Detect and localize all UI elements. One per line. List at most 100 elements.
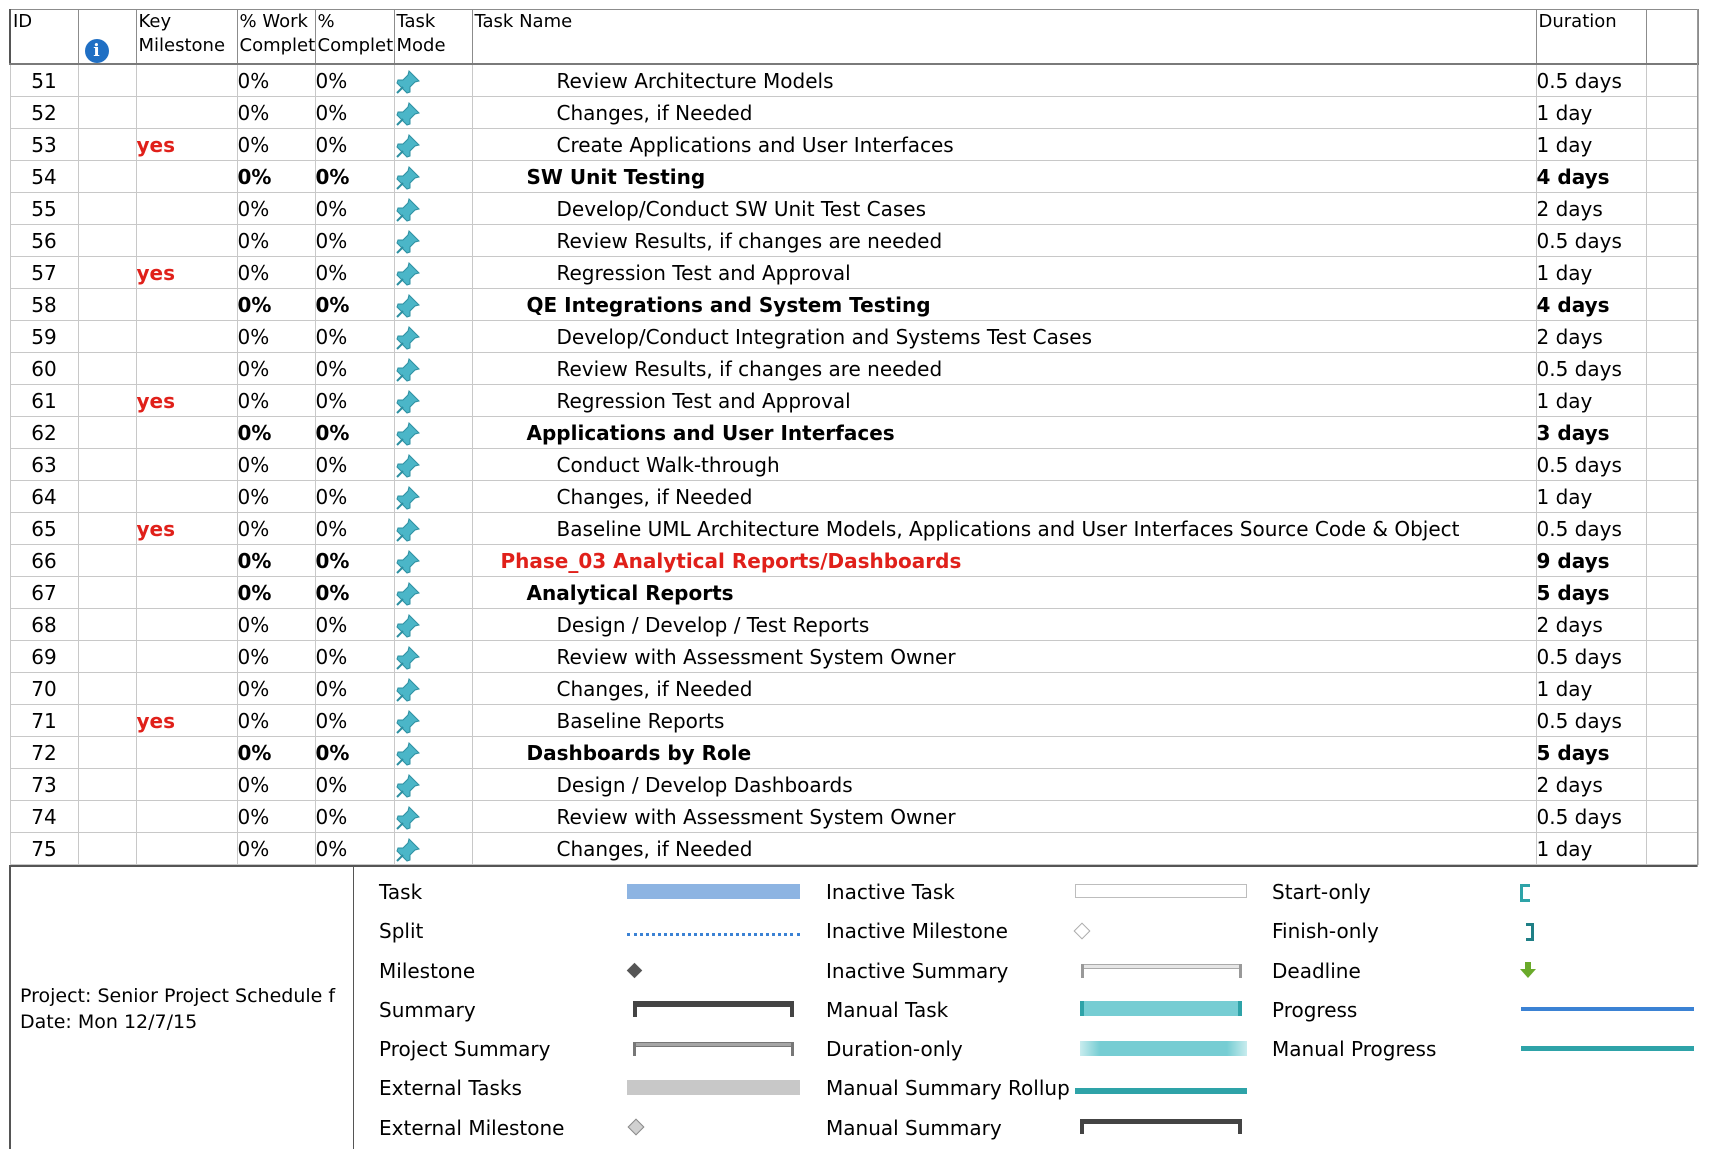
task-mode[interactable] (393, 63, 473, 97)
task-row[interactable]: 64 0% 0% Changes, if Needed 1 day (9, 480, 1699, 513)
task-id[interactable]: 54 (9, 160, 79, 193)
task-name[interactable]: Regression Test and Approval (471, 256, 1537, 289)
task-mode[interactable] (393, 832, 473, 865)
task-pct-work-complete[interactable]: 0% (236, 192, 316, 225)
task-id[interactable]: 58 (9, 288, 79, 321)
task-duration[interactable]: 4 days (1535, 160, 1647, 193)
task-pct-work-complete[interactable]: 0% (236, 512, 316, 545)
task-mode[interactable] (393, 672, 473, 705)
task-key-milestone[interactable] (135, 768, 238, 801)
task-id[interactable]: 66 (9, 544, 79, 577)
task-key-milestone[interactable] (135, 672, 238, 705)
task-pct-work-complete[interactable]: 0% (236, 416, 316, 449)
task-pct-complete[interactable]: 0% (314, 832, 395, 865)
task-key-milestone[interactable] (135, 448, 238, 481)
task-duration[interactable]: 0.5 days (1535, 448, 1647, 481)
col-header-task-mode[interactable]: Task Mode (393, 9, 473, 65)
task-name[interactable]: Review Results, if changes are needed (471, 352, 1537, 385)
task-key-milestone[interactable]: yes (135, 256, 238, 289)
task-name[interactable]: Changes, if Needed (471, 832, 1537, 865)
task-id[interactable]: 57 (9, 256, 79, 289)
task-row[interactable]: 66 0% 0% Phase_03 Analytical Reports/Dashbo… (9, 544, 1699, 577)
task-duration[interactable]: 0.5 days (1535, 800, 1647, 833)
task-duration[interactable]: 0.5 days (1535, 224, 1647, 257)
task-row[interactable]: 59 0% 0% Develop/Conduct Integration and Sy… (9, 320, 1699, 353)
task-mode[interactable] (393, 704, 473, 737)
task-key-milestone[interactable] (135, 608, 238, 641)
task-key-milestone[interactable] (135, 832, 238, 865)
task-key-milestone[interactable]: yes (135, 704, 238, 737)
task-id[interactable]: 74 (9, 800, 79, 833)
task-row[interactable]: 73 0% 0% Design / Develop Dashboards 2 days (9, 768, 1699, 801)
task-mode[interactable] (393, 192, 473, 225)
task-pct-complete[interactable]: 0% (314, 128, 395, 161)
task-pct-work-complete[interactable]: 0% (236, 640, 316, 673)
task-mode[interactable] (393, 512, 473, 545)
task-duration[interactable]: 2 days (1535, 608, 1647, 641)
task-pct-complete[interactable]: 0% (314, 512, 395, 545)
task-name[interactable]: QE Integrations and System Testing (471, 288, 1537, 321)
col-header-indicators[interactable]: i (77, 9, 137, 65)
task-id[interactable]: 51 (9, 63, 79, 97)
task-row[interactable]: 72 0% 0% Dashboards by Role 5 days (9, 736, 1699, 769)
task-pct-complete[interactable]: 0% (314, 320, 395, 353)
col-header-id[interactable]: ID (9, 9, 79, 65)
task-pct-complete[interactable]: 0% (314, 640, 395, 673)
task-duration[interactable]: 5 days (1535, 576, 1647, 609)
task-row[interactable]: 68 0% 0% Design / Develop / Test Reports 2 d… (9, 608, 1699, 641)
task-id[interactable]: 64 (9, 480, 79, 513)
task-pct-complete[interactable]: 0% (314, 384, 395, 417)
task-pct-work-complete[interactable]: 0% (236, 256, 316, 289)
task-pct-work-complete[interactable]: 0% (236, 352, 316, 385)
task-row[interactable]: 62 0% 0% Applications and User Interfaces 3 … (9, 416, 1699, 449)
task-row[interactable]: 53 yes 0% 0% Create Applications and User In… (9, 128, 1699, 161)
task-pct-work-complete[interactable]: 0% (236, 832, 316, 865)
task-id[interactable]: 55 (9, 192, 79, 225)
task-pct-work-complete[interactable]: 0% (236, 320, 316, 353)
task-pct-complete[interactable]: 0% (314, 672, 395, 705)
task-row[interactable]: 63 0% 0% Conduct Walk-through 0.5 days (9, 448, 1699, 481)
task-name[interactable]: Create Applications and User Interfaces (471, 128, 1537, 161)
task-duration[interactable]: 0.5 days (1535, 512, 1647, 545)
task-key-milestone[interactable] (135, 480, 238, 513)
task-mode[interactable] (393, 608, 473, 641)
task-duration[interactable]: 1 day (1535, 384, 1647, 417)
task-pct-complete[interactable]: 0% (314, 704, 395, 737)
task-name[interactable]: Baseline UML Architecture Models, Applic… (471, 512, 1537, 545)
task-row[interactable]: 54 0% 0% SW Unit Testing 4 days (9, 160, 1699, 193)
task-pct-work-complete[interactable]: 0% (236, 736, 316, 769)
task-pct-work-complete[interactable]: 0% (236, 384, 316, 417)
task-name[interactable]: Analytical Reports (471, 576, 1537, 609)
task-name[interactable]: Changes, if Needed (471, 672, 1537, 705)
col-header-duration[interactable]: Duration (1535, 9, 1647, 65)
task-pct-work-complete[interactable]: 0% (236, 576, 316, 609)
task-pct-complete[interactable]: 0% (314, 96, 395, 129)
task-duration[interactable]: 0.5 days (1535, 704, 1647, 737)
task-pct-work-complete[interactable]: 0% (236, 768, 316, 801)
task-mode[interactable] (393, 352, 473, 385)
task-pct-work-complete[interactable]: 0% (236, 672, 316, 705)
task-key-milestone[interactable] (135, 736, 238, 769)
task-key-milestone[interactable] (135, 288, 238, 321)
task-duration[interactable]: 2 days (1535, 320, 1647, 353)
task-key-milestone[interactable] (135, 192, 238, 225)
task-pct-complete[interactable]: 0% (314, 256, 395, 289)
task-name[interactable]: Dashboards by Role (471, 736, 1537, 769)
task-pct-work-complete[interactable]: 0% (236, 224, 316, 257)
task-pct-work-complete[interactable]: 0% (236, 63, 316, 97)
task-id[interactable]: 71 (9, 704, 79, 737)
task-pct-work-complete[interactable]: 0% (236, 448, 316, 481)
col-header-pct-work-complete[interactable]: % Work Complet (236, 9, 316, 65)
task-name[interactable]: Design / Develop Dashboards (471, 768, 1537, 801)
task-duration[interactable]: 0.5 days (1535, 63, 1647, 97)
task-duration[interactable]: 1 day (1535, 672, 1647, 705)
task-key-milestone[interactable] (135, 800, 238, 833)
task-row[interactable]: 60 0% 0% Review Results, if changes are nee… (9, 352, 1699, 385)
col-header-key-milestone[interactable]: Key Milestone (135, 9, 238, 65)
task-duration[interactable]: 1 day (1535, 96, 1647, 129)
task-pct-complete[interactable]: 0% (314, 416, 395, 449)
task-pct-work-complete[interactable]: 0% (236, 544, 316, 577)
task-key-milestone[interactable] (135, 320, 238, 353)
task-name[interactable]: Develop/Conduct SW Unit Test Cases (471, 192, 1537, 225)
task-name[interactable]: Baseline Reports (471, 704, 1537, 737)
